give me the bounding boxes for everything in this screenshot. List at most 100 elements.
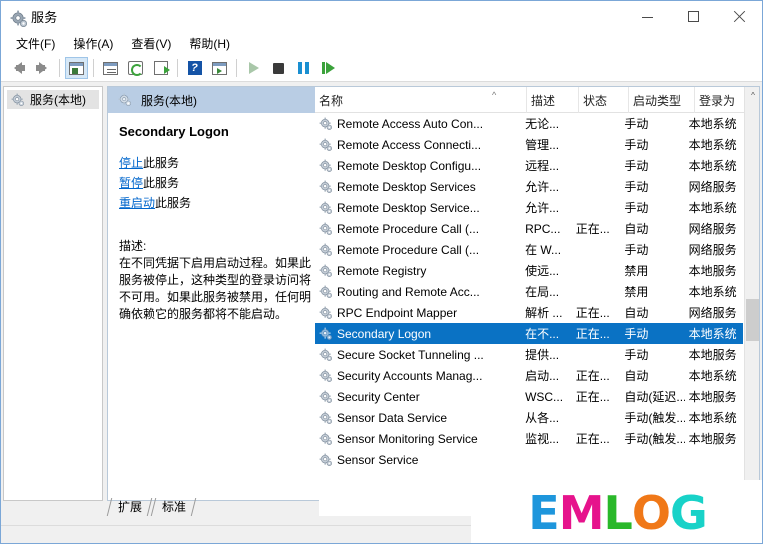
column-header-startup-type[interactable]: 启动类型	[629, 87, 695, 113]
cell-log-on-as: 本地服务	[688, 264, 737, 278]
cell-status: 正在...	[575, 390, 610, 404]
window-controls	[624, 1, 762, 32]
tree-node-services-local[interactable]: 服务(本地)	[7, 90, 99, 109]
cell-startup-type: 手动	[624, 243, 649, 257]
service-name-label: Remote Access Connecti...	[337, 137, 482, 152]
table-row[interactable]: Routing and Remote Acc... 在局... 禁用 本地系统	[315, 281, 743, 302]
cell-description: 无论...	[525, 117, 560, 131]
properties-button[interactable]	[99, 57, 122, 79]
table-row[interactable]: Security Accounts Manag... 启动... 正在... 自动 本地…	[315, 365, 743, 386]
export-list-button[interactable]	[149, 57, 172, 79]
details-header: 服务(本地)	[108, 87, 322, 113]
forward-button[interactable]	[31, 57, 54, 79]
description-label: 描述:	[119, 239, 147, 253]
help-icon: ?	[187, 61, 202, 75]
table-row[interactable]: RPC Endpoint Mapper 解析 ... 正在... 自动 网络服务	[315, 302, 743, 323]
restart-service-icon	[321, 62, 336, 74]
service-gear-icon	[319, 369, 333, 383]
table-row[interactable]: Sensor Monitoring Service 监视... 正在... 手动(触发…	[315, 428, 743, 449]
column-header-description[interactable]: 描述	[527, 87, 579, 113]
cell-description: 在不...	[525, 327, 560, 341]
table-row[interactable]: Secure Socket Tunneling ... 提供... 手动 本地服务	[315, 344, 743, 365]
stop-service-link[interactable]: 停止	[119, 156, 143, 170]
service-gear-icon	[319, 243, 333, 257]
scroll-up-icon[interactable]: ^	[745, 87, 759, 104]
cell-startup-type: 手动(触发...	[624, 411, 685, 425]
menu-view[interactable]: 查看(V)	[122, 33, 180, 55]
show-tree-icon	[69, 61, 84, 75]
pause-service-suffix: 此服务	[143, 176, 180, 190]
emlog-logo: EMLOG	[528, 485, 708, 540]
table-row[interactable]: Remote Procedure Call (... 在 W... 手动 网络服务	[315, 239, 743, 260]
column-header-log-on-as-label: 登录为	[699, 93, 736, 108]
stop-service-icon	[273, 62, 284, 74]
refresh-icon	[128, 61, 143, 76]
table-row[interactable]: Sensor Data Service 从各... 手动(触发... 本地系统	[315, 407, 743, 428]
cell-description: RPC...	[525, 221, 561, 236]
service-gear-icon	[319, 306, 333, 320]
service-gear-icon	[319, 117, 333, 131]
export-list-icon	[153, 61, 170, 75]
tab-extended[interactable]: 扩展	[107, 498, 151, 516]
service-gear-icon	[319, 201, 333, 215]
cell-service-name: Remote Registry	[315, 264, 521, 278]
close-button[interactable]	[716, 1, 762, 32]
table-row[interactable]: Remote Desktop Configu... 远程... 手动 本地系统	[315, 155, 743, 176]
back-button[interactable]	[6, 57, 29, 79]
column-header-name[interactable]: 名称 ^	[315, 87, 527, 113]
start-service-button[interactable]	[242, 57, 265, 79]
cell-service-name: Security Center	[315, 390, 521, 404]
emlog-letter: G	[669, 485, 708, 540]
table-row[interactable]: Sensor Service	[315, 449, 743, 470]
cell-startup-type: 禁用	[624, 285, 649, 299]
console-view-button[interactable]	[208, 57, 231, 79]
cell-log-on-as: 本地系统	[688, 117, 737, 131]
maximize-icon	[687, 11, 699, 22]
cell-log-on-as: 网络服务	[688, 222, 737, 236]
show-tree-button[interactable]	[65, 57, 88, 79]
sort-ascending-icon: ^	[492, 90, 497, 100]
table-row[interactable]: Security Center WSC... 正在... 自动(延迟... 本地服务	[315, 386, 743, 407]
service-gear-icon	[319, 222, 333, 236]
toolbar-separator	[59, 59, 60, 77]
menu-help[interactable]: 帮助(H)	[180, 33, 239, 55]
cell-startup-type: 手动	[624, 348, 649, 362]
stop-service-suffix: 此服务	[143, 156, 180, 170]
refresh-button[interactable]	[124, 57, 147, 79]
cell-status: 正在...	[575, 327, 610, 341]
pause-service-link[interactable]: 暂停	[119, 176, 143, 190]
table-row[interactable]: Remote Desktop Services 允许... 手动 网络服务	[315, 176, 743, 197]
tree-node-label: 服务(本地)	[30, 93, 86, 107]
cell-startup-type: 手动	[624, 138, 649, 152]
service-gear-icon	[319, 411, 333, 425]
cell-description: 在 W...	[525, 243, 562, 257]
help-button[interactable]: ?	[183, 57, 206, 79]
restart-service-button[interactable]	[317, 57, 340, 79]
cell-service-name: Sensor Monitoring Service	[315, 432, 521, 446]
service-name-label: Sensor Data Service	[337, 410, 448, 425]
cell-startup-type: 手动	[624, 327, 649, 341]
menu-action[interactable]: 操作(A)	[64, 33, 122, 55]
table-row[interactable]: Secondary Logon 在不... 正在... 手动 本地系统	[315, 323, 743, 344]
table-row[interactable]: Remote Procedure Call (... RPC... 正在... 自动 网…	[315, 218, 743, 239]
close-icon	[733, 10, 746, 23]
maximize-button[interactable]	[670, 1, 716, 32]
minimize-button[interactable]	[624, 1, 670, 32]
scrollbar-thumb[interactable]	[746, 299, 759, 341]
table-row[interactable]: Remote Access Auto Con... 无论... 手动 本地系统	[315, 113, 743, 134]
selected-service-name: Secondary Logon	[119, 124, 229, 139]
pause-service-button[interactable]	[292, 57, 315, 79]
cell-startup-type: 自动	[624, 306, 649, 320]
menu-file[interactable]: 文件(F)	[7, 33, 64, 55]
column-header-status[interactable]: 状态	[579, 87, 629, 113]
tab-standard[interactable]: 标准	[151, 498, 195, 516]
table-row[interactable]: Remote Desktop Service... 允许... 手动 本地系统	[315, 197, 743, 218]
console-view-icon	[212, 61, 227, 75]
restart-service-link[interactable]: 重启动	[119, 196, 155, 210]
table-row[interactable]: Remote Access Connecti... 管理... 手动 本地系统	[315, 134, 743, 155]
services-gear-icon	[118, 93, 132, 107]
table-row[interactable]: Remote Registry 使远... 禁用 本地服务	[315, 260, 743, 281]
vertical-scrollbar[interactable]: ^	[744, 87, 759, 500]
stop-service-button[interactable]	[267, 57, 290, 79]
cell-log-on-as: 本地系统	[688, 159, 737, 173]
